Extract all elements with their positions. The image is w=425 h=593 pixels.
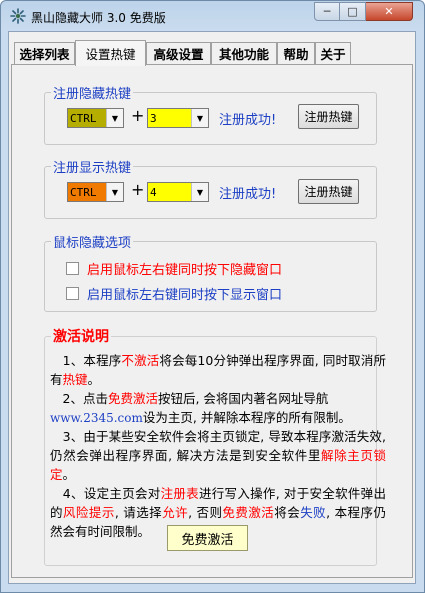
hide-hotkey-legend: 注册隐藏热键 xyxy=(53,87,132,102)
chevron-down-icon: ▼ xyxy=(106,183,123,201)
minimize-button[interactable]: ─ xyxy=(314,2,340,21)
hide-hotkey-status: 注册成功! xyxy=(219,113,277,128)
show-modifier-select[interactable]: CTRL ▼ xyxy=(67,182,124,202)
close-button[interactable]: ✕ xyxy=(366,2,413,21)
maximize-button[interactable]: □ xyxy=(340,2,366,21)
tab-hotkey-settings[interactable]: 设置热键 xyxy=(75,40,146,66)
show-hotkey-legend: 注册显示热键 xyxy=(53,161,132,176)
tab-label: 关于 xyxy=(320,47,346,62)
chevron-down-icon: ▼ xyxy=(106,109,123,127)
tab-help[interactable]: 帮助 xyxy=(277,42,315,64)
activation-paragraph-3: 3、由于某些安全软件会将主页锁定, 导致本程序激活失效, 仍然会弹出程序界面, … xyxy=(50,429,386,482)
chevron-down-icon: ▼ xyxy=(191,109,208,127)
checkbox-box[interactable] xyxy=(66,262,79,275)
hide-modifier-value: CTRL xyxy=(68,109,109,127)
hide-modifier-select[interactable]: CTRL ▼ xyxy=(67,108,124,128)
chevron-down-icon: ▼ xyxy=(191,183,208,201)
show-hotkey-status: 注册成功! xyxy=(219,187,277,202)
tab-advanced-settings[interactable]: 高级设置 xyxy=(146,42,211,64)
minimize-icon: ─ xyxy=(323,5,331,18)
checkbox-box[interactable] xyxy=(66,287,79,300)
tab-about[interactable]: 关于 xyxy=(315,42,351,64)
button-label: 注册热键 xyxy=(304,185,353,199)
tab-select-list[interactable]: 选择列表 xyxy=(14,42,75,64)
plus-sign: + xyxy=(131,180,145,199)
activation-paragraph-2: 2、点击免费激活按钮后, 会将国内著名网址导航 www.2345.com设为主页,… xyxy=(50,391,351,425)
activation-legend: 激活说明 xyxy=(53,329,109,345)
show-modifier-value: CTRL xyxy=(68,183,109,201)
mouse-show-label: 启用鼠标左右键同时按下显示窗口 xyxy=(87,288,283,303)
mouse-hide-checkbox[interactable]: 启用鼠标左右键同时按下隐藏窗口 xyxy=(66,259,282,278)
mouse-hide-legend: 鼠标隐藏选项 xyxy=(53,236,132,251)
mouse-hide-label: 启用鼠标左右键同时按下隐藏窗口 xyxy=(87,263,283,278)
free-activate-button[interactable]: 免费激活 xyxy=(167,525,248,551)
tab-label: 选择列表 xyxy=(19,47,70,62)
tab-label: 帮助 xyxy=(283,47,309,62)
tab-other-functions[interactable]: 其他功能 xyxy=(211,42,277,64)
show-key-value: 4 xyxy=(148,183,194,201)
app-logo-icon xyxy=(10,8,26,24)
button-label: 注册热键 xyxy=(304,110,353,124)
hide-key-value: 3 xyxy=(148,109,194,127)
window-title: 黑山隐藏大师 3.0 免费版 xyxy=(31,11,166,25)
maximize-icon: □ xyxy=(347,5,358,18)
tab-label: 高级设置 xyxy=(153,47,204,62)
tab-label: 其他功能 xyxy=(218,47,269,62)
register-show-hotkey-button[interactable]: 注册热键 xyxy=(298,179,359,204)
close-icon: ✕ xyxy=(384,5,394,18)
register-hide-hotkey-button[interactable]: 注册热键 xyxy=(298,104,359,129)
tab-label: 设置热键 xyxy=(85,47,136,62)
mouse-show-checkbox[interactable]: 启用鼠标左右键同时按下显示窗口 xyxy=(66,284,282,303)
activation-paragraph-1: 1、本程序不激活将会每10分钟弹出程序界面, 同时取消所有热键。 xyxy=(50,353,386,387)
button-label: 免费激活 xyxy=(181,532,234,548)
show-key-select[interactable]: 4 ▼ xyxy=(147,182,209,202)
homepage-link[interactable]: www.2345.com xyxy=(50,411,143,425)
plus-sign: + xyxy=(131,106,145,125)
hide-key-select[interactable]: 3 ▼ xyxy=(147,108,209,128)
title-bar[interactable]: 黑山隐藏大师 3.0 免费版 ─ □ ✕ xyxy=(1,1,424,31)
